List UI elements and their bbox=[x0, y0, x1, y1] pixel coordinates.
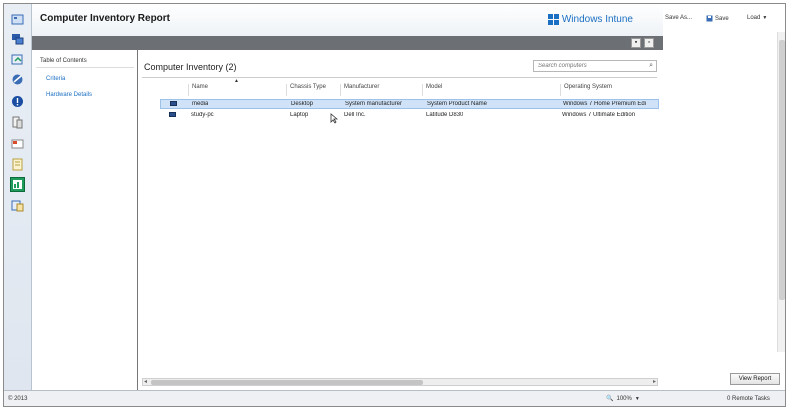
system-overview-icon[interactable] bbox=[10, 12, 25, 27]
table-of-contents: Table of Contents Criteria Hardware Deta… bbox=[32, 50, 138, 390]
cell-chassis-type: Laptop bbox=[290, 112, 309, 118]
chevron-down-icon: ▼ bbox=[762, 15, 768, 21]
computers-icon[interactable] bbox=[10, 32, 25, 47]
windows-logo-icon bbox=[547, 14, 559, 25]
cell-model: Latitude D830 bbox=[426, 112, 464, 118]
cell-name: media bbox=[192, 101, 209, 107]
cell-name: study-pc bbox=[191, 112, 214, 118]
view-report-button[interactable]: View Report bbox=[730, 373, 780, 385]
search-icon[interactable]: ⌕ bbox=[649, 62, 653, 70]
computer-icon bbox=[169, 112, 177, 119]
cell-model: System Product Name bbox=[427, 101, 488, 107]
status-bar: © 2013 🔍 100% ▼ 0 Remote Tasks bbox=[4, 390, 785, 406]
content-title: Computer Inventory (2) bbox=[144, 62, 237, 72]
column-header-name[interactable]: Name bbox=[188, 84, 284, 96]
copyright-text: © 2013 bbox=[8, 396, 28, 402]
scroll-left-icon[interactable]: ◂ bbox=[144, 378, 147, 385]
load-label: Load bbox=[747, 15, 761, 21]
search-box: ⌕ bbox=[533, 60, 657, 72]
zoom-level: 100% bbox=[616, 395, 632, 402]
toc-link-criteria[interactable]: Criteria bbox=[46, 76, 65, 82]
report-title: Computer Inventory Report bbox=[40, 13, 171, 24]
zoom-control[interactable]: 🔍 100% ▼ bbox=[606, 395, 640, 403]
column-header-chassis-type[interactable]: Chassis Type bbox=[286, 84, 338, 96]
scrollbar-thumb[interactable] bbox=[151, 380, 423, 385]
mouse-cursor-icon bbox=[330, 113, 339, 127]
chevron-down-icon[interactable]: ▼ bbox=[635, 396, 640, 402]
report-actions-panel: Save As... Save Load ▼ View Report bbox=[663, 4, 785, 390]
table-row[interactable]: media Desktop System manufacturer System… bbox=[160, 99, 659, 109]
zoom-icon: 🔍 bbox=[606, 396, 614, 402]
vertical-scrollbar[interactable] bbox=[777, 32, 785, 352]
column-header-operating-system[interactable]: Operating System bbox=[560, 84, 660, 96]
load-button[interactable]: Load ▼ bbox=[747, 15, 767, 21]
remote-tasks-status[interactable]: 0 Remote Tasks bbox=[727, 396, 770, 402]
brand-logo: Windows Intune bbox=[547, 14, 633, 25]
print-icon[interactable]: ▪ bbox=[631, 38, 641, 48]
save-as-button[interactable]: Save As... bbox=[665, 15, 692, 21]
reports-icon[interactable] bbox=[10, 177, 25, 192]
cell-operating-system: Windows 7 Ultimate Edition bbox=[562, 112, 636, 118]
save-as-label: Save As... bbox=[665, 15, 693, 21]
cell-manufacturer: System manufacturer bbox=[345, 101, 403, 107]
brand-name: Windows Intune bbox=[561, 14, 633, 25]
updates-icon[interactable] bbox=[10, 52, 25, 67]
cell-operating-system: Windows 7 Home Premium Edi bbox=[563, 101, 647, 107]
save-label: Save bbox=[715, 15, 729, 22]
divider bbox=[36, 67, 134, 68]
table-header: ▲ Name Chassis Type Manufacturer Model O… bbox=[138, 78, 663, 98]
save-button[interactable]: Save bbox=[706, 15, 729, 22]
export-icon[interactable]: ▫ bbox=[644, 38, 654, 48]
report-header: Computer Inventory Report Windows Intune bbox=[32, 4, 663, 36]
cell-manufacturer: Dell Inc. bbox=[344, 112, 366, 118]
workspace-icon-strip bbox=[4, 4, 32, 390]
policy-icon[interactable] bbox=[10, 157, 25, 172]
scroll-right-icon[interactable]: ▸ bbox=[653, 378, 656, 385]
table-row[interactable]: study-pc Laptop Dell Inc. Latitude D830 … bbox=[160, 111, 659, 121]
report-toolbar: ▪ ▫ bbox=[32, 36, 663, 50]
cell-chassis-type: Desktop bbox=[291, 101, 314, 107]
horizontal-scrollbar[interactable]: ◂ ▸ bbox=[142, 378, 658, 386]
administration-icon[interactable] bbox=[10, 198, 25, 213]
app-window: Computer Inventory Report Windows Intune… bbox=[3, 3, 786, 407]
licenses-icon[interactable] bbox=[10, 136, 25, 151]
scrollbar-thumb[interactable] bbox=[779, 40, 785, 300]
endpoint-protection-icon[interactable] bbox=[10, 72, 25, 87]
search-input[interactable] bbox=[534, 61, 642, 71]
report-content: Computer Inventory (2) ⌕ ▲ Name Chassis … bbox=[138, 50, 663, 390]
toc-link-hardware-details[interactable]: Hardware Details bbox=[46, 92, 92, 98]
column-header-manufacturer[interactable]: Manufacturer bbox=[340, 84, 420, 96]
software-icon[interactable] bbox=[10, 115, 25, 130]
toc-title: Table of Contents bbox=[40, 58, 87, 64]
column-header-model[interactable]: Model bbox=[422, 84, 558, 96]
alerts-icon[interactable] bbox=[10, 94, 25, 109]
save-icon bbox=[706, 15, 713, 22]
report-window: Computer Inventory Report Windows Intune… bbox=[32, 4, 663, 390]
computer-icon bbox=[170, 101, 178, 108]
